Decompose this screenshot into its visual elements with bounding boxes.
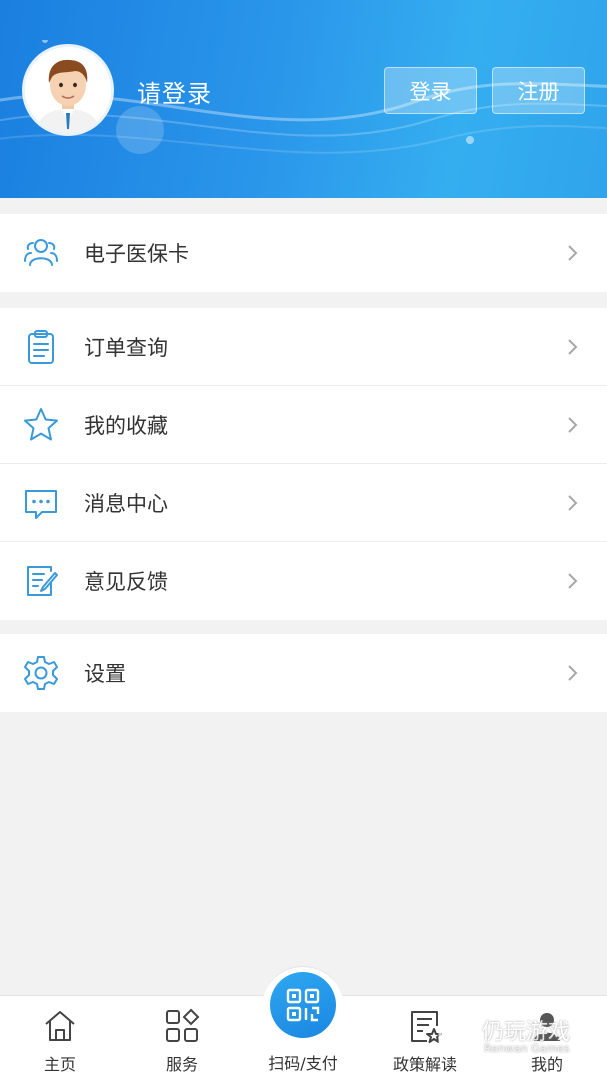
menu-item-label: 消息中心 [84,491,168,516]
tab-label: 主页 [43,1055,76,1074]
menu-item-label: 订单查询 [84,335,168,360]
login-button[interactable]: 登录 [384,67,477,114]
menu-item-orders[interactable]: 订单查询 [0,308,607,386]
menu-item-label: 电子医保卡 [84,242,189,266]
clipboard-icon [28,329,54,364]
menu-item-label: 设置 [84,662,126,686]
chevron-right-icon [568,338,578,355]
chevron-right-icon [568,573,578,589]
menu-item-feedback[interactable]: 意见反馈 [0,542,607,620]
feedback-icon [27,566,58,596]
tab-services[interactable]: 服务 [132,996,232,1080]
chevron-right-icon [568,416,578,433]
menu-group-card: 电子医保卡 [0,214,607,292]
grid-icon [166,1008,200,1042]
watermark: 仍玩游戏 Renwan Games [432,1010,602,1060]
menu-item-label: 我的收藏 [84,413,168,438]
gear-icon [24,656,58,690]
avatar-person-icon [25,47,111,133]
menu-item-settings[interactable]: 设置 [0,634,607,712]
menu-item-messages[interactable]: 消息中心 [0,464,607,542]
menu-group-main: 订单查询 我的收藏 消息中心 意见反馈 [0,308,607,620]
watermark-subtext: Renwan Games [484,1042,570,1055]
tab-label: 扫码/支付 [268,1054,338,1073]
home-icon [45,1011,75,1041]
qrcode-icon [286,988,320,1022]
register-button[interactable]: 注册 [492,67,585,114]
profile-header: 请登录 登录 注册 [0,0,607,198]
menu-item-favorites[interactable]: 我的收藏 [0,386,607,464]
login-prompt[interactable]: 请登录 [137,74,212,109]
tab-label: 服务 [165,1055,198,1074]
menu-item-label: 意见反馈 [84,570,168,594]
tab-scan-pay[interactable] [270,972,336,1038]
watermark-logo-icon [438,1018,468,1050]
menu-group-settings: 设置 [0,634,607,712]
message-icon [25,489,57,519]
people-icon [24,239,58,266]
chevron-right-icon [568,665,578,681]
star-icon [24,407,58,440]
chevron-right-icon [568,494,578,511]
avatar[interactable] [22,44,114,136]
tab-home[interactable]: 主页 [10,996,110,1080]
menu-item-medical-card[interactable]: 电子医保卡 [0,214,607,292]
chevron-right-icon [568,245,578,261]
